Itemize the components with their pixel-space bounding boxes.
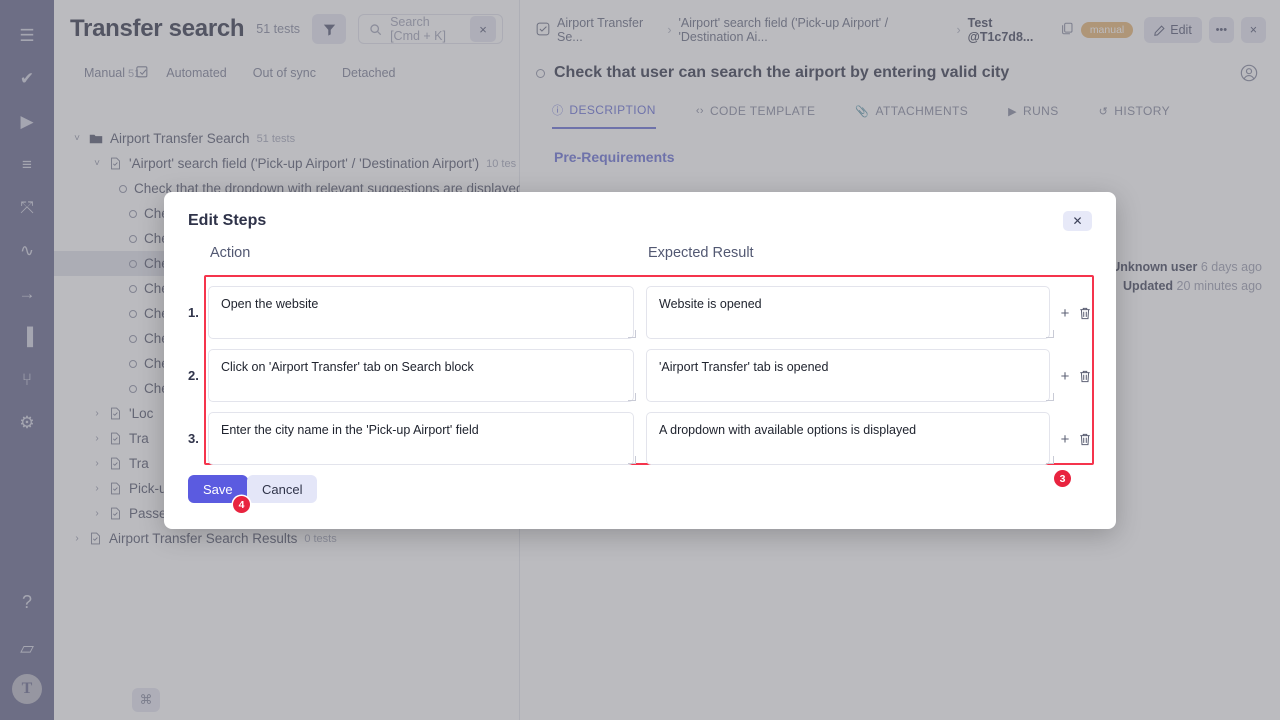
delete-step-icon[interactable] <box>1077 305 1093 321</box>
step-expected-input[interactable] <box>646 349 1050 402</box>
delete-step-icon[interactable] <box>1077 368 1093 384</box>
step-expected-input[interactable] <box>646 412 1050 465</box>
column-headers: Action Expected Result <box>164 245 1116 267</box>
add-step-icon[interactable]: + <box>1057 305 1073 321</box>
annotation-badge-3: 3 <box>1054 470 1071 487</box>
step-number: 1. <box>188 305 199 320</box>
step-action-input[interactable] <box>208 349 634 402</box>
column-header-expected: Expected Result <box>648 245 754 261</box>
edit-steps-dialog: Edit Steps ✕ Action Expected Result 1. +2… <box>164 192 1116 529</box>
close-icon[interactable]: ✕ <box>1063 211 1092 231</box>
add-step-icon[interactable]: + <box>1057 368 1073 384</box>
step-number: 3. <box>188 431 199 446</box>
add-step-icon[interactable]: + <box>1057 431 1073 447</box>
column-header-action: Action <box>210 245 250 261</box>
step-expected-input[interactable] <box>646 286 1050 339</box>
annotation-badge-4: 4 <box>233 496 250 513</box>
dialog-title: Edit Steps <box>188 212 266 230</box>
step-action-input[interactable] <box>208 286 634 339</box>
cancel-button[interactable]: Cancel <box>247 475 317 503</box>
step-action-input[interactable] <box>208 412 634 465</box>
step-number: 2. <box>188 368 199 383</box>
delete-step-icon[interactable] <box>1077 431 1093 447</box>
